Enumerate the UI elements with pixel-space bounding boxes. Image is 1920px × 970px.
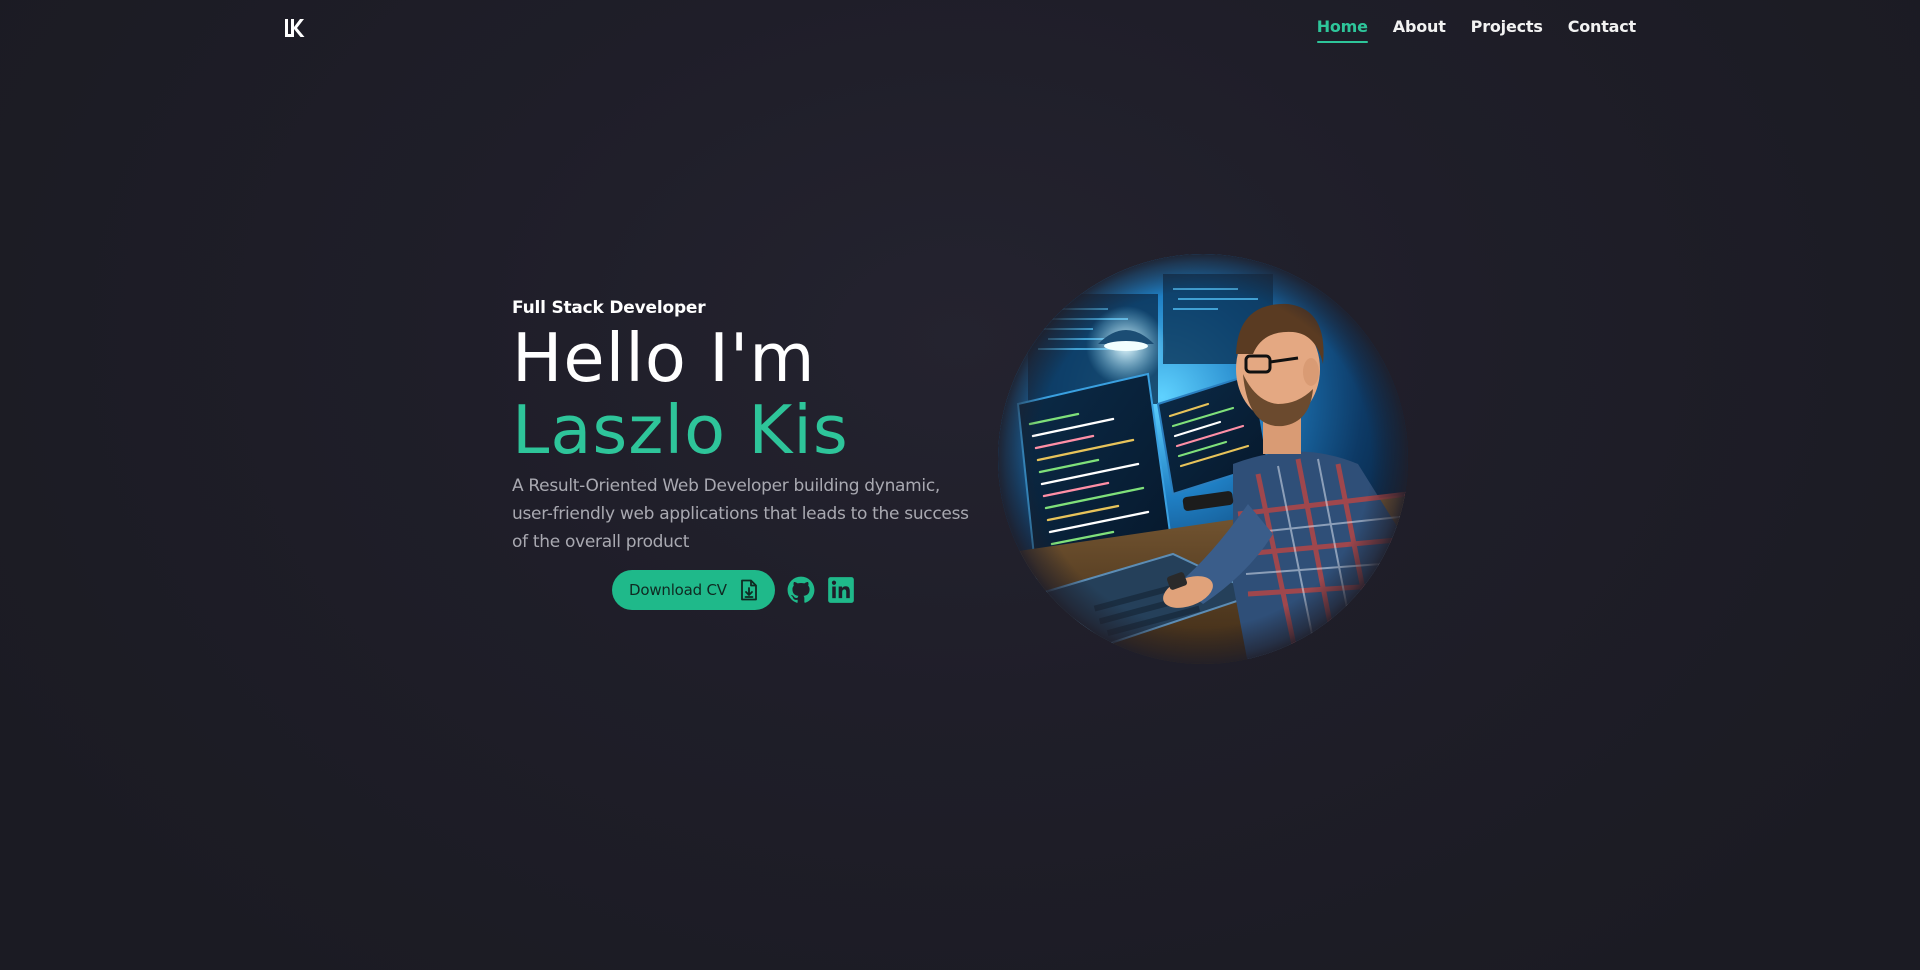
nav-about-link[interactable]: About: [1393, 14, 1446, 40]
headline-greeting: Hello I'm: [512, 319, 816, 397]
file-download-icon: [740, 579, 757, 601]
hero-actions: Download CV: [612, 570, 855, 610]
nav-projects-link[interactable]: Projects: [1471, 14, 1543, 40]
developer-portrait-image: [998, 254, 1408, 664]
hero-headline: Hello I'm Laszlo Kis: [512, 322, 982, 466]
main-nav: Home About Projects Contact: [1316, 14, 1637, 43]
hero-intro: Full Stack Developer Hello I'm Laszlo Ki…: [512, 296, 982, 556]
download-cv-button[interactable]: Download CV: [612, 570, 775, 610]
hero-subtitle: Full Stack Developer: [512, 298, 706, 318]
hero-description: A Result-Oriented Web Developer building…: [512, 476, 969, 552]
nav-home-link[interactable]: Home: [1316, 14, 1368, 43]
lk-logo-icon[interactable]: [283, 16, 307, 40]
download-cv-label: Download CV: [629, 581, 727, 599]
github-icon[interactable]: [787, 576, 815, 604]
linkedin-icon[interactable]: [827, 576, 855, 604]
headline-name: Laszlo Kis: [512, 391, 849, 469]
nav-contact-link[interactable]: Contact: [1568, 14, 1637, 40]
